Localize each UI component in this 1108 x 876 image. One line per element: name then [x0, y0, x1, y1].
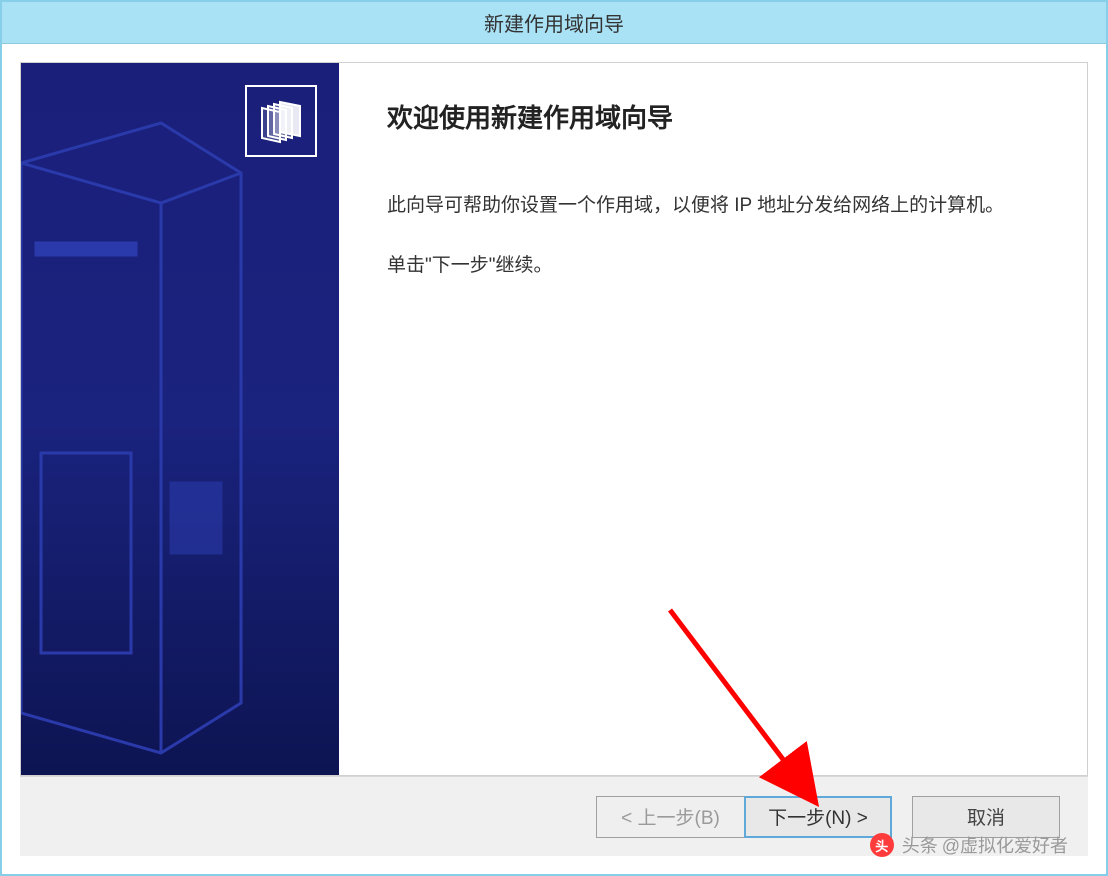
nav-button-group: < 上一步(B) 下一步(N) > — [596, 796, 892, 838]
window-title: 新建作用域向导 — [484, 8, 624, 37]
wizard-window: 新建作用域向导 — [0, 0, 1108, 876]
wizard-content: 欢迎使用新建作用域向导 此向导可帮助你设置一个作用域，以便将 IP 地址分发给网… — [339, 63, 1087, 775]
wizard-sidebar — [21, 63, 339, 775]
folder-icon — [245, 85, 317, 157]
server-graphic — [21, 103, 281, 775]
wizard-description: 此向导可帮助你设置一个作用域，以便将 IP 地址分发给网络上的计算机。 — [387, 190, 1039, 222]
wizard-footer: < 上一步(B) 下一步(N) > 取消 — [20, 776, 1088, 856]
cancel-button[interactable]: 取消 — [912, 796, 1060, 838]
titlebar: 新建作用域向导 — [2, 2, 1106, 44]
next-button[interactable]: 下一步(N) > — [744, 796, 892, 838]
content-wrapper: 欢迎使用新建作用域向导 此向导可帮助你设置一个作用域，以便将 IP 地址分发给网… — [2, 44, 1106, 776]
back-button: < 上一步(B) — [596, 796, 744, 838]
inner-panel: 欢迎使用新建作用域向导 此向导可帮助你设置一个作用域，以便将 IP 地址分发给网… — [20, 62, 1088, 776]
wizard-instruction: 单击"下一步"继续。 — [387, 250, 1039, 282]
wizard-heading: 欢迎使用新建作用域向导 — [387, 98, 1039, 135]
